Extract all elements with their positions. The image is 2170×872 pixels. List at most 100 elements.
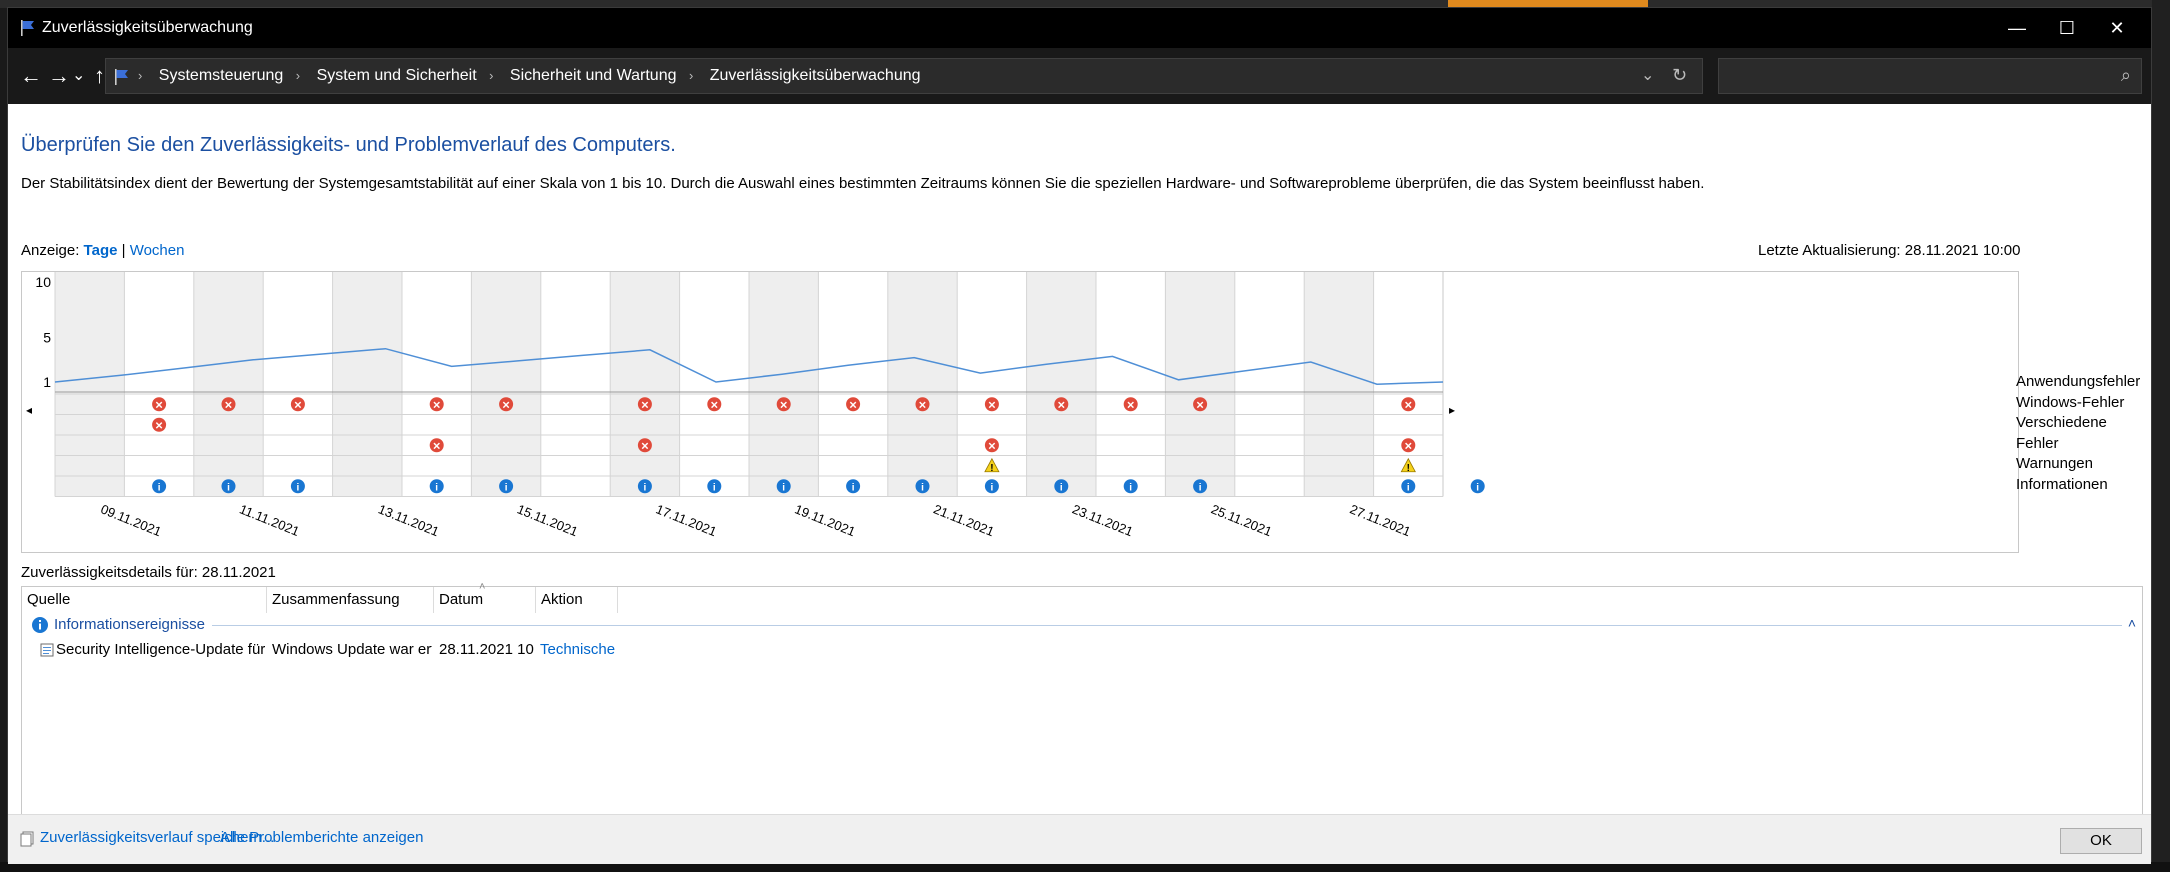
legend-warnungen: Warnungen bbox=[2016, 455, 2093, 472]
breadcrumb-systemsteuerung[interactable]: Systemsteuerung bbox=[159, 67, 284, 85]
chevron-right-icon: › bbox=[295, 68, 301, 83]
day-column bbox=[818, 272, 888, 497]
x-tick-label: 25.11.2021 bbox=[1209, 501, 1274, 539]
x-tick-label: 17.11.2021 bbox=[654, 501, 719, 539]
back-button[interactable]: ← bbox=[20, 63, 42, 89]
day-column bbox=[471, 272, 541, 497]
group-divider bbox=[212, 625, 2122, 626]
x-tick-label: 13.11.2021 bbox=[376, 501, 441, 539]
update-document-icon bbox=[40, 643, 54, 657]
day-column bbox=[124, 272, 194, 497]
error-mark: ✕ bbox=[502, 400, 510, 411]
group-label: Informationsereignisse bbox=[54, 616, 205, 633]
info-mark: i bbox=[1407, 482, 1410, 493]
x-tick-label: 21.11.2021 bbox=[931, 501, 996, 539]
error-mark: ✕ bbox=[433, 441, 441, 452]
search-input[interactable]: ⌕ bbox=[1718, 58, 2142, 94]
close-button[interactable]: ✕ bbox=[2088, 8, 2146, 48]
page-title: Überprüfen Sie den Zuverlässigkeits- und… bbox=[21, 134, 676, 156]
chevron-right-icon: › bbox=[489, 68, 494, 83]
info-mark: i bbox=[158, 482, 161, 493]
flag-app-icon bbox=[21, 20, 34, 36]
forward-button[interactable]: → bbox=[48, 63, 70, 89]
details-table: Quelle Zusammenfassung Datum Aktion ˄ In… bbox=[21, 581, 2143, 816]
reliability-chart[interactable]: 10 5 1 ✕ ✕ ✕ ✕ ✕ ✕ ✕ ✕ ✕ ✕ ✕ ✕ ✕ ✕ ✕ ✕ ✕ ✕ ✕ ✕!! i i i i i i i i i i i i i i… bbox=[21, 271, 2019, 553]
column-header-zusammenfassung[interactable]: Zusammenfassung bbox=[267, 587, 434, 613]
info-icon bbox=[32, 617, 48, 633]
legend-informationen: Informationen bbox=[2016, 475, 2108, 493]
legend-verschiedene-fehler: Verschiedene Fehler bbox=[2016, 414, 2107, 452]
info-mark: i bbox=[921, 482, 924, 493]
day-column bbox=[1234, 272, 1305, 497]
main-content: Überprüfen Sie den Zuverlässigkeits- und… bbox=[8, 104, 2151, 816]
breadcrumb-sicherheit-und-wartung[interactable]: Sicherheit und Wartung bbox=[510, 67, 677, 85]
title-bar[interactable]: Zuverlässigkeitsüberwachung — ☐ ✕ bbox=[8, 8, 2151, 48]
row-action-link[interactable]: Technische De... bbox=[540, 641, 620, 658]
info-mark: i bbox=[297, 482, 300, 493]
details-label: Zuverlässigkeitsdetails für: 28.11.2021 bbox=[21, 564, 276, 581]
window-title: Zuverlässigkeitsüberwachung bbox=[42, 19, 253, 36]
error-mark: ✕ bbox=[710, 400, 718, 411]
x-tick-label: 27.11.2021 bbox=[1348, 501, 1413, 539]
info-mark: i bbox=[782, 482, 785, 493]
recent-locations-button[interactable]: ⌄ bbox=[72, 63, 85, 89]
error-mark: ✕ bbox=[294, 400, 302, 411]
info-mark: i bbox=[1476, 482, 1479, 493]
warning-mark: ! bbox=[1407, 463, 1410, 474]
info-mark: i bbox=[991, 482, 994, 493]
x-tick-label: 19.11.2021 bbox=[793, 501, 858, 539]
y-tick-label: 1 bbox=[43, 374, 51, 390]
day-column bbox=[402, 272, 472, 497]
info-mark: i bbox=[644, 482, 647, 493]
day-column bbox=[1165, 272, 1235, 497]
info-mark: i bbox=[435, 482, 438, 493]
last-update: Letzte Aktualisierung: 28.11.2021 10:00 bbox=[1758, 242, 2021, 259]
column-header-quelle[interactable]: Quelle bbox=[22, 587, 267, 613]
y-tick-label: 5 bbox=[43, 330, 51, 346]
row-date: 28.11.2021 10:22 bbox=[439, 641, 534, 658]
search-icon[interactable]: ⌕ bbox=[2121, 65, 2131, 86]
info-mark: i bbox=[1060, 482, 1063, 493]
breadcrumb[interactable]: › Systemsteuerung › System und Sicherhei… bbox=[105, 58, 1703, 94]
day-column bbox=[1304, 272, 1374, 497]
breadcrumb-system-und-sicherheit[interactable]: System und Sicherheit bbox=[317, 67, 477, 85]
error-mark: ✕ bbox=[1127, 400, 1135, 411]
day-column bbox=[193, 272, 264, 497]
error-mark: ✕ bbox=[1057, 400, 1065, 411]
info-mark: i bbox=[852, 482, 855, 493]
row-summary: Windows Update war erfolgrei... bbox=[272, 641, 432, 658]
day-column bbox=[540, 272, 611, 497]
error-mark: ✕ bbox=[1196, 400, 1204, 411]
all-problem-reports-link[interactable]: Alle Problemberichte anzeigen bbox=[220, 829, 423, 846]
view-days-link[interactable]: Tage bbox=[84, 242, 118, 259]
error-mark: ✕ bbox=[433, 400, 441, 411]
error-mark: ✕ bbox=[224, 400, 232, 411]
day-column bbox=[1026, 272, 1096, 497]
day-column bbox=[55, 272, 125, 497]
x-tick-label: 11.11.2021 bbox=[237, 501, 301, 539]
refresh-button[interactable]: ↻ bbox=[1672, 65, 1687, 86]
scroll-right-arrow[interactable]: ▸ bbox=[1449, 403, 1455, 417]
legend-windows-fehler: Windows-Fehler bbox=[2016, 393, 2125, 411]
breadcrumb-zuverlaessigkeitsueberwachung[interactable]: Zuverlässigkeitsüberwachung bbox=[710, 67, 921, 85]
column-header-aktion[interactable]: Aktion bbox=[536, 587, 618, 613]
day-column bbox=[887, 272, 958, 497]
breadcrumb-items: › Systemsteuerung › System und Sicherhei… bbox=[138, 67, 929, 85]
group-informationsereignisse[interactable]: Informationsereignisse ˄ bbox=[22, 615, 2142, 635]
chart-legend: Anwendungsfehler Windows-Fehler Verschie… bbox=[2016, 372, 2151, 495]
page-description: Der Stabilitätsindex dient der Bewertung… bbox=[21, 175, 1705, 192]
reliability-chart-svg[interactable]: 10 5 1 ✕ ✕ ✕ ✕ ✕ ✕ ✕ ✕ ✕ ✕ ✕ ✕ ✕ ✕ ✕ ✕ ✕ ✕ ✕ ✕! ! i i i i i i i i i i i i i i… bbox=[22, 272, 2020, 554]
x-tick-label: 09.11.2021 bbox=[99, 501, 164, 539]
error-mark: ✕ bbox=[780, 400, 788, 411]
save-document-icon bbox=[20, 831, 34, 847]
warning-mark: ! bbox=[990, 463, 993, 474]
table-row[interactable]: Security Intelligence-Update für Microso… bbox=[22, 639, 2142, 663]
scroll-left-arrow[interactable]: ◂ bbox=[26, 403, 32, 417]
ok-button[interactable]: OK bbox=[2060, 828, 2142, 854]
address-dropdown-button[interactable]: ⌄ bbox=[1641, 65, 1654, 85]
collapse-group-icon[interactable]: ˄ bbox=[2128, 615, 2136, 631]
up-button[interactable]: ↑ bbox=[94, 63, 105, 89]
view-weeks-link[interactable]: Wochen bbox=[130, 242, 185, 259]
legend-anwendungsfehler: Anwendungsfehler bbox=[2016, 373, 2141, 390]
day-column bbox=[1096, 272, 1166, 497]
